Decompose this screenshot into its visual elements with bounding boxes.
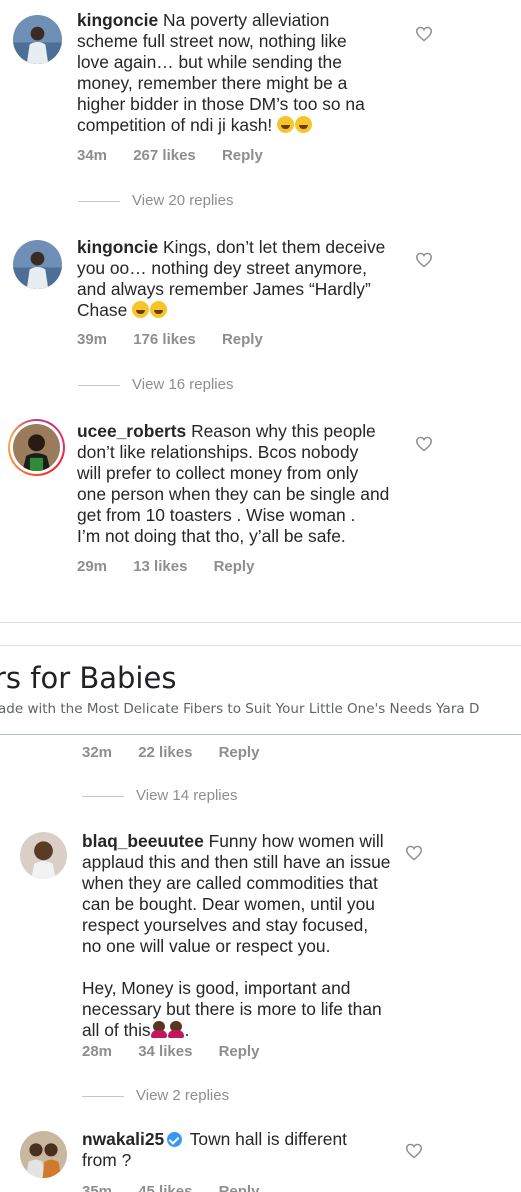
view-replies-label: View 2 replies (136, 1087, 230, 1104)
facepalm-emoji-icon (167, 1021, 184, 1038)
like-heart-icon[interactable] (405, 845, 423, 861)
comment-item: kingoncie Na poverty alleviation scheme … (0, 0, 521, 215)
comment-item: ucee_roberts Reason why this people don’… (0, 412, 521, 592)
comment-likes[interactable]: 176 likes (133, 331, 196, 348)
comment-likes[interactable]: 22 likes (138, 744, 192, 761)
comment-time: 29m (77, 558, 108, 575)
comment-meta: 32m 22 likes Reply (82, 744, 259, 761)
ad-divider (0, 645, 521, 646)
comment-time: 32m (82, 744, 113, 761)
story-ring[interactable] (8, 419, 65, 476)
ad-title[interactable]: rs for Babies (0, 661, 176, 695)
like-heart-icon[interactable] (405, 1143, 423, 1159)
avatar[interactable] (13, 240, 62, 289)
avatar[interactable] (20, 832, 67, 879)
comment-body-end: . (184, 1020, 190, 1040)
reply-button[interactable]: Reply (219, 1183, 260, 1192)
comment-text: kingoncie Na poverty alleviation scheme … (77, 10, 407, 136)
comment-time: 34m (77, 147, 108, 164)
comment-text: blaq_beeuutee Funny how women will appla… (82, 831, 412, 1041)
facepalm-emoji-icon (150, 1021, 167, 1038)
comment-item: kingoncie Kings, don’t let them deceive … (0, 228, 521, 398)
comment-username[interactable]: kingoncie (77, 10, 158, 30)
view-replies-button[interactable]: View 2 replies (82, 1087, 229, 1104)
view-replies-button[interactable]: View 16 replies (78, 376, 233, 393)
comment-time: 28m (82, 1043, 113, 1060)
verified-badge-icon (167, 1132, 183, 1147)
comment-username[interactable]: nwakali25 (82, 1129, 164, 1149)
comment-item: 32m 22 likes Reply View 14 replies (0, 735, 521, 815)
comment-username[interactable]: blaq_beeuutee (82, 831, 204, 851)
laughing-emoji-icon (295, 116, 313, 133)
comment-time: 39m (77, 331, 108, 348)
divider-line (78, 384, 120, 386)
comment-likes[interactable]: 267 likes (133, 147, 196, 164)
laughing-emoji-icon (277, 116, 295, 133)
comment-username[interactable]: ucee_roberts (77, 421, 186, 441)
comment-likes[interactable]: 13 likes (133, 558, 187, 575)
comments-panel-bottom: 32m 22 likes Reply View 14 replies blaq_… (0, 735, 521, 1192)
reply-button[interactable]: Reply (222, 147, 263, 164)
reply-button[interactable]: Reply (219, 744, 260, 761)
view-replies-label: View 20 replies (132, 192, 234, 209)
divider-line (82, 1095, 124, 1097)
comments-panel-top: kingoncie Na poverty alleviation scheme … (0, 0, 521, 622)
avatar[interactable] (13, 424, 60, 471)
reply-button[interactable]: Reply (222, 331, 263, 348)
ad-banner[interactable]: rs for Babies ade with the Most Delicate… (0, 622, 521, 737)
comment-likes[interactable]: 45 likes (138, 1183, 192, 1192)
view-replies-label: View 14 replies (136, 787, 238, 804)
like-heart-icon[interactable] (415, 252, 433, 268)
comment-meta: 29m 13 likes Reply (77, 558, 254, 575)
comment-username[interactable]: kingoncie (77, 237, 158, 257)
comment-meta: 28m 34 likes Reply (82, 1043, 259, 1060)
comment-time: 35m (82, 1183, 113, 1192)
comment-likes[interactable]: 34 likes (138, 1043, 192, 1060)
comment-text: nwakali25 Town hall is different from ? (82, 1129, 412, 1171)
view-replies-button[interactable]: View 20 replies (78, 192, 233, 209)
divider-line (78, 200, 120, 202)
comment-meta: 34m 267 likes Reply (77, 147, 263, 164)
comment-item: blaq_beeuutee Funny how women will appla… (0, 823, 521, 1115)
divider-line (82, 795, 124, 797)
comment-text: ucee_roberts Reason why this people don’… (77, 421, 417, 547)
comment-item: nwakali25 Town hall is different from ? … (0, 1123, 521, 1192)
ad-description: ade with the Most Delicate Fibers to Sui… (0, 701, 480, 717)
comment-meta: 35m 45 likes Reply (82, 1183, 259, 1192)
comment-meta: 39m 176 likes Reply (77, 331, 263, 348)
avatar[interactable] (20, 1131, 67, 1178)
comment-text: kingoncie Kings, don’t let them deceive … (77, 237, 407, 321)
view-replies-label: View 16 replies (132, 376, 234, 393)
reply-button[interactable]: Reply (219, 1043, 260, 1060)
like-heart-icon[interactable] (415, 26, 433, 42)
laughing-emoji-icon (150, 301, 168, 318)
laughing-emoji-icon (132, 301, 150, 318)
like-heart-icon[interactable] (415, 436, 433, 452)
reply-button[interactable]: Reply (214, 558, 255, 575)
comment-body: Funny how women will applaud this and th… (82, 831, 391, 1040)
avatar[interactable] (13, 15, 62, 64)
view-replies-button[interactable]: View 14 replies (82, 787, 237, 804)
